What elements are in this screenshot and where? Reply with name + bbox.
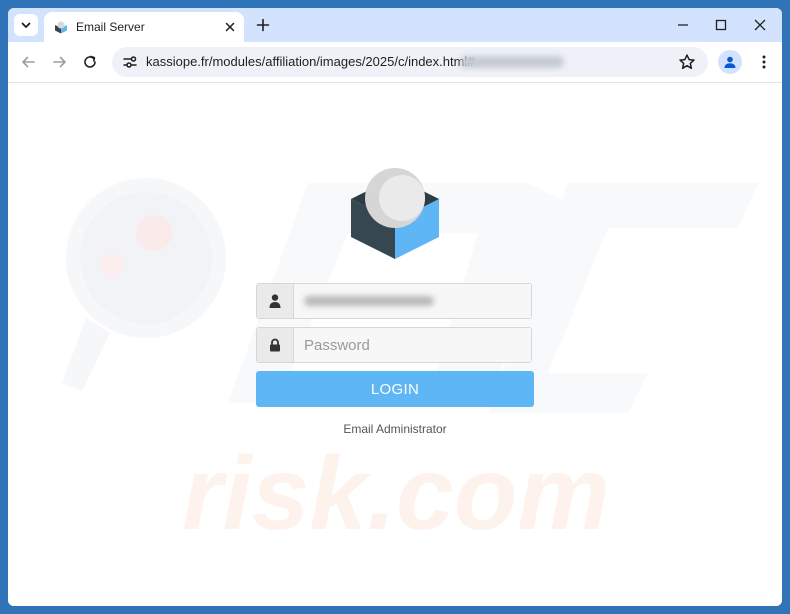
username-icon-box (257, 284, 294, 318)
password-input[interactable] (294, 328, 531, 362)
person-icon (724, 56, 736, 68)
lock-icon (270, 338, 280, 352)
magnifier-watermark-icon (62, 178, 226, 391)
url-redacted-fragment (460, 56, 564, 68)
maximize-icon[interactable] (714, 18, 728, 32)
url-text: kassiope.fr/modules/affiliation/images/2… (146, 54, 475, 69)
username-field[interactable] (256, 283, 532, 319)
close-icon[interactable] (224, 21, 236, 33)
user-icon (269, 294, 281, 308)
email-administrator-text: Email Administrator (343, 422, 447, 436)
password-field[interactable] (256, 327, 532, 363)
site-settings-icon[interactable] (122, 54, 138, 70)
email-redacted-value (304, 296, 434, 306)
back-arrow-icon[interactable] (20, 54, 36, 70)
username-input[interactable] (294, 284, 531, 318)
tab-email-server[interactable]: Email Server (44, 12, 244, 42)
tab-strip: Email Server (8, 8, 782, 42)
more-vertical-icon[interactable] (756, 54, 772, 70)
browser-toolbar: kassiope.fr/modules/affiliation/images/2… (8, 42, 782, 83)
window-close-icon[interactable] (753, 18, 767, 32)
browser-window: Email Server kassiope.fr/modules/affilia… (8, 8, 782, 606)
watermark-text: risk.com (182, 436, 610, 552)
reload-icon[interactable] (82, 54, 98, 70)
tab-title: Email Server (76, 20, 145, 34)
page-content: risk.com LOGIN Email Administrator (8, 83, 782, 606)
roundcube-favicon-icon (55, 21, 67, 34)
minimize-icon[interactable] (676, 18, 690, 32)
roundcube-logo (351, 168, 439, 259)
chevron-down-icon (21, 22, 31, 28)
plus-icon[interactable] (256, 18, 270, 32)
bookmark-star-icon[interactable] (678, 53, 696, 71)
login-button[interactable]: LOGIN (256, 371, 534, 407)
forward-arrow-icon[interactable] (52, 54, 68, 70)
address-bar[interactable]: kassiope.fr/modules/affiliation/images/2… (112, 47, 708, 77)
tab-search-button[interactable] (14, 14, 38, 36)
profile-button[interactable] (718, 50, 742, 74)
password-icon-box (257, 328, 294, 362)
